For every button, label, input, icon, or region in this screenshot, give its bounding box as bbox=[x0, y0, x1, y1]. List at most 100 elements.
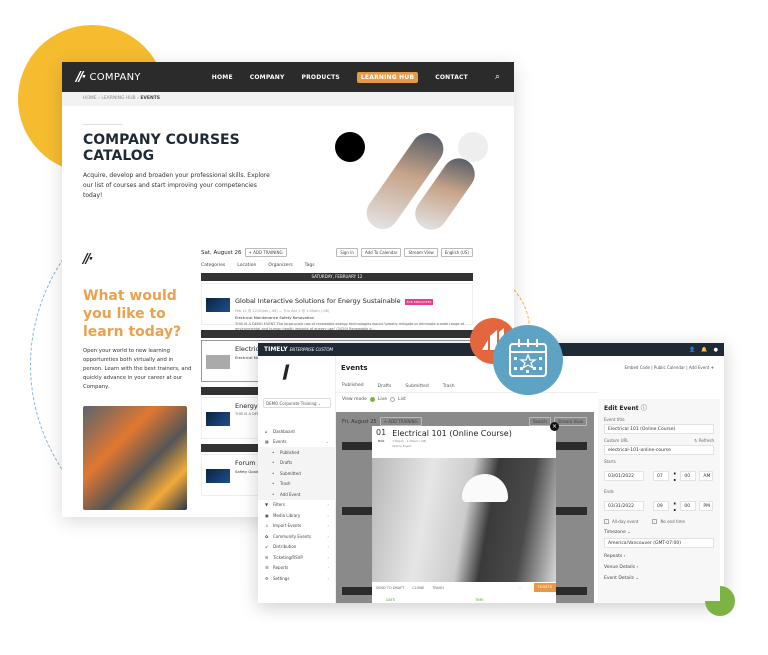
view-mode-list[interactable]: List bbox=[398, 397, 406, 402]
breadcrumb: HOME › LEARNING HUB › EVENTS bbox=[62, 92, 514, 106]
sidebar-item-label: Dashboard bbox=[273, 428, 295, 434]
start-minute-input[interactable]: 00 bbox=[680, 470, 697, 481]
event-title[interactable]: Global Interactive Solutions for Energy … bbox=[235, 297, 401, 305]
hard-hat bbox=[462, 474, 508, 502]
sidebar-item-trash[interactable]: • Trash bbox=[258, 478, 336, 489]
timezone-select[interactable]: America/Vancouver (GMT-07:00) bbox=[604, 538, 714, 548]
add-training-button[interactable]: + ADD TRAINING bbox=[244, 248, 287, 257]
add-event-link[interactable]: Add Event bbox=[689, 365, 709, 370]
start-hour-input[interactable]: 07 bbox=[653, 470, 669, 481]
sign-in-button[interactable]: Sign In bbox=[336, 248, 358, 257]
sidebar-item-drafts[interactable]: • Drafts bbox=[258, 457, 336, 468]
event-card[interactable]: Global Interactive Solutions for Energy … bbox=[201, 283, 473, 331]
sidebar-item-dashboard[interactable]: ⌂ Dashboard bbox=[258, 426, 336, 437]
close-icon[interactable]: × bbox=[550, 422, 559, 431]
learn-description: Open your world to new learning opportun… bbox=[83, 348, 192, 390]
sidebar-item-filters[interactable]: ▼ Filters › bbox=[258, 500, 336, 511]
sidebar-item-import-events[interactable]: ⇩ Import Events › bbox=[258, 521, 336, 532]
repeats-section[interactable]: Repeats › bbox=[604, 554, 714, 559]
sidebar-item-ticketing-rsvp[interactable]: ✉ Ticketing/RSVP › bbox=[258, 552, 336, 563]
avatar[interactable]: ● bbox=[714, 347, 718, 353]
refresh-button[interactable]: ↻ Refresh bbox=[694, 438, 714, 443]
send-to-draft-button[interactable]: SEND TO DRAFT bbox=[376, 586, 404, 590]
end-minute-input[interactable]: 00 bbox=[680, 500, 697, 511]
search-button[interactable]: Search bbox=[529, 417, 551, 426]
timezone-section[interactable]: Timezone ⌄ bbox=[604, 530, 714, 535]
filter-categories[interactable]: Categories bbox=[201, 263, 225, 268]
event-title-label: Event title bbox=[604, 417, 625, 422]
sidebar-item-add-event[interactable]: • Add Event bbox=[258, 489, 336, 500]
view-mode-live-radio[interactable] bbox=[369, 397, 375, 402]
public-calendar-link[interactable]: Public Calendar bbox=[654, 365, 685, 370]
tickets-button[interactable]: TICKETS bbox=[533, 583, 556, 592]
nav-company[interactable]: COMPANY bbox=[250, 74, 285, 81]
company-logo-icon: //· bbox=[76, 69, 87, 85]
view-select[interactable]: Stream View bbox=[404, 248, 438, 257]
event-description: THIS IS A DEMO EVENT The large-scale use… bbox=[235, 322, 464, 331]
tab-published[interactable]: Published bbox=[342, 383, 364, 389]
add-to-calendar-button[interactable]: Add To Calendar bbox=[360, 248, 402, 257]
event-tag: FOR EMPLOYEES bbox=[404, 299, 434, 305]
clone-button[interactable]: CLONE bbox=[412, 586, 424, 590]
breadcrumb-learning-hub[interactable]: LEARNING HUB bbox=[101, 96, 135, 101]
sidebar-item-settings[interactable]: ⚙ Settings › bbox=[258, 573, 336, 584]
heart-icon[interactable]: ♡ bbox=[518, 586, 521, 590]
org-select[interactable]: DEMO Corporate Training ⌄ bbox=[263, 398, 331, 408]
bell-icon[interactable]: 🔔 bbox=[701, 347, 707, 353]
search-icon[interactable]: ⌕ bbox=[495, 72, 500, 82]
language-select[interactable]: English (US) bbox=[440, 248, 473, 257]
distribution-icon: ➹ bbox=[265, 544, 269, 550]
no-end-checkbox[interactable] bbox=[652, 519, 658, 524]
filter-location[interactable]: Location bbox=[237, 263, 256, 268]
nav-home[interactable]: HOME bbox=[212, 74, 233, 81]
view-mode-live[interactable]: Live bbox=[378, 397, 387, 402]
end-date-input[interactable]: 03/31/2022 bbox=[604, 500, 644, 511]
popup-footer: DATE TIME bbox=[372, 594, 556, 603]
event-title-input[interactable]: Electrical 101 (Online Course) bbox=[604, 424, 714, 434]
sidebar-item-published[interactable]: • Published bbox=[258, 447, 336, 458]
event-month: MAR bbox=[377, 439, 385, 443]
tab-submitted[interactable]: Submitted bbox=[405, 384, 428, 389]
embed-code-link[interactable]: Embed Code bbox=[625, 365, 650, 370]
end-hour-input[interactable]: 09 bbox=[653, 500, 669, 511]
image-icon: ▣ bbox=[265, 512, 269, 518]
view-mode-list-radio[interactable] bbox=[390, 397, 396, 402]
nav-products[interactable]: PRODUCTS bbox=[302, 74, 340, 81]
tab-trash[interactable]: Trash bbox=[443, 384, 455, 389]
brand-name: TIMELY bbox=[264, 346, 288, 353]
nav-contact[interactable]: CONTACT bbox=[435, 74, 468, 81]
sidebar-item-events[interactable]: ▦ Events ⌄ bbox=[258, 437, 336, 448]
edit-event-panel: Edit Event ⓘ Event title Electrical 101 … bbox=[598, 399, 720, 603]
nav-learning-hub[interactable]: LEARNING HUB bbox=[356, 71, 419, 83]
sidebar-item-media-library[interactable]: ▣ Media Library › bbox=[258, 510, 336, 521]
start-ampm-toggle[interactable]: AM bbox=[699, 470, 714, 481]
sidebar-item-distribution[interactable]: ➹ Distribution › bbox=[258, 542, 336, 553]
calendar-star-icon bbox=[509, 339, 547, 377]
end-ampm-toggle[interactable]: PM bbox=[699, 500, 714, 511]
breadcrumb-home[interactable]: HOME bbox=[83, 96, 97, 101]
venue-section[interactable]: Venue Details › bbox=[604, 565, 714, 570]
tab-drafts[interactable]: Drafts bbox=[378, 384, 392, 389]
custom-url-input[interactable]: electrical-101-online-course bbox=[604, 445, 714, 455]
start-date-input[interactable]: 03/01/2022 bbox=[604, 470, 644, 481]
filter-organizers[interactable]: Organizers bbox=[268, 263, 292, 268]
filter-tags[interactable]: Tags bbox=[305, 263, 315, 268]
community-icon: ✿ bbox=[265, 533, 269, 539]
trash-button[interactable]: TRASH bbox=[432, 586, 444, 590]
edit-event-title: Edit Event ⓘ bbox=[604, 403, 714, 412]
sidebar-item-submitted[interactable]: • Submitted bbox=[258, 468, 336, 479]
company-logo[interactable]: COMPANY bbox=[89, 72, 140, 83]
sidebar-item-reports[interactable]: ☰ Reports › bbox=[258, 563, 336, 574]
add-training-button[interactable]: + ADD TRAINING bbox=[379, 417, 422, 426]
sidebar-item-label: Events bbox=[273, 439, 287, 445]
details-section[interactable]: Event Details ⌄ bbox=[604, 576, 714, 581]
event-time: 7:00pm - 1:00am (-08) bbox=[392, 439, 427, 443]
details-label: Event Details bbox=[604, 576, 634, 581]
org-logo: // bbox=[281, 361, 287, 384]
user-icon[interactable]: 👤 bbox=[689, 347, 695, 353]
all-day-checkbox[interactable] bbox=[604, 519, 609, 524]
calendar-preview: Fri, August 25 + ADD TRAINING Search Str… bbox=[336, 412, 594, 603]
import-icon: ⇩ bbox=[265, 523, 269, 529]
sidebar-item-community-events[interactable]: ✿ Community Events › bbox=[258, 531, 336, 542]
filter-icon: ▼ bbox=[265, 502, 269, 508]
